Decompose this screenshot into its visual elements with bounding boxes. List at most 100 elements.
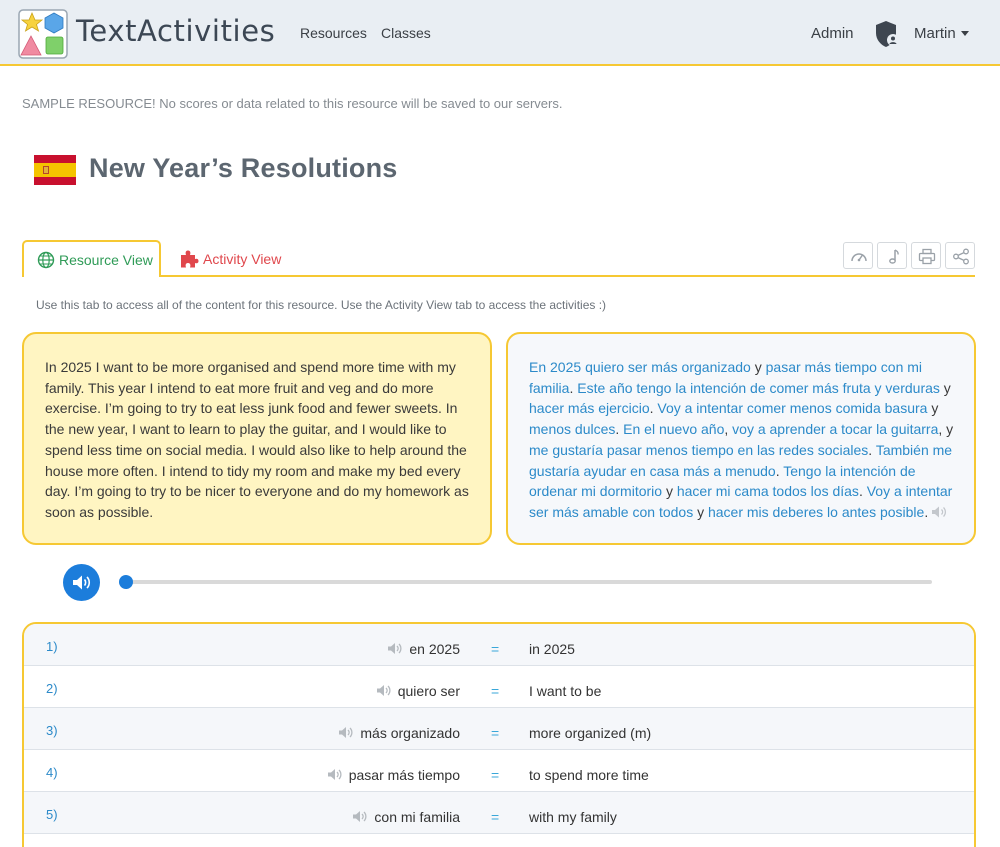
spanish-connector: y — [927, 400, 939, 417]
speaker-icon[interactable] — [376, 684, 392, 697]
speaker-icon[interactable] — [338, 726, 354, 739]
vocab-equals: = — [491, 767, 500, 783]
tab-resource-view[interactable]: Resource View — [22, 240, 161, 277]
spanish-phrase[interactable]: tengo la intención de — [636, 380, 765, 396]
share-icon — [953, 248, 969, 265]
music-button[interactable] — [877, 242, 907, 269]
app-brand[interactable]: TextActivities — [76, 14, 275, 48]
chevron-down-icon[interactable] — [961, 31, 969, 36]
vocab-target: in 2025 — [529, 641, 575, 657]
print-button[interactable] — [911, 242, 941, 269]
tab-activity-view-label: Activity View — [203, 251, 282, 267]
vocab-source-text: quiero ser — [397, 683, 460, 699]
spanish-phrase[interactable]: voy a aprender a tocar la guitarra — [732, 421, 938, 437]
spanish-text: En 2025 quiero ser más organizado y pasa… — [529, 359, 953, 520]
english-text-panel: In 2025 I want to be more organised and … — [22, 332, 492, 545]
tab-resource-view-label: Resource View — [59, 252, 153, 268]
spanish-phrase[interactable]: quiero ser — [585, 359, 647, 375]
spanish-phrase[interactable]: menos dulces — [529, 421, 615, 437]
english-text: In 2025 I want to be more organised and … — [45, 359, 469, 520]
spanish-phrase[interactable]: Este año — [577, 380, 632, 396]
admin-shield-icon[interactable] — [874, 20, 900, 48]
music-note-icon — [889, 249, 899, 264]
vocab-source-text: con mi familia — [374, 809, 460, 825]
vocab-source[interactable]: con mi familia — [352, 809, 460, 825]
spanish-phrase[interactable]: pasar más tiempo — [766, 359, 877, 375]
printer-icon — [918, 248, 936, 265]
spanish-phrase[interactable]: Voy a intentar — [657, 400, 743, 416]
vocab-target: to spend more time — [529, 767, 649, 783]
vocab-equals: = — [491, 683, 500, 699]
vocab-number: 5) — [46, 807, 58, 822]
vocab-target: with my family — [529, 809, 617, 825]
spanish-connector: . — [868, 441, 876, 458]
speaker-icon[interactable] — [931, 505, 947, 519]
vocab-source-text: más organizado — [360, 725, 460, 741]
gauge-icon — [851, 253, 867, 262]
user-menu[interactable]: Martin — [914, 25, 956, 42]
spanish-connector: y — [939, 379, 951, 396]
share-button[interactable] — [945, 242, 975, 269]
globe-icon — [37, 251, 55, 269]
vocab-row: 3) más organizado = more organized (m) — [24, 708, 974, 750]
audio-progress-handle[interactable] — [119, 575, 133, 589]
spanish-connector: , — [724, 421, 733, 438]
vocab-source[interactable]: más organizado — [338, 725, 460, 741]
vocab-source[interactable]: quiero ser — [376, 683, 460, 699]
speaker-icon[interactable] — [327, 768, 343, 781]
vocab-source-text: en 2025 — [409, 641, 460, 657]
spanish-connector: . — [924, 503, 929, 520]
spanish-phrase[interactable]: hacer mis deberes lo antes posible — [708, 504, 924, 520]
spanish-phrase[interactable]: comer menos comida basura — [747, 400, 928, 416]
nav-admin[interactable]: Admin — [811, 25, 854, 42]
spanish-phrase[interactable]: más organizado — [651, 359, 751, 375]
spain-flag-icon — [34, 155, 76, 185]
volume-icon — [73, 575, 91, 590]
audio-play-button[interactable] — [63, 564, 100, 601]
vocab-number: 3) — [46, 723, 58, 738]
vocab-number: 2) — [46, 681, 58, 696]
speaker-icon[interactable] — [387, 642, 403, 655]
tab-hint-text: Use this tab to access all of the conten… — [36, 298, 607, 312]
vocab-target: more organized (m) — [529, 725, 652, 741]
spanish-phrase[interactable]: En 2025 — [529, 359, 581, 375]
spanish-phrase[interactable]: me gustaría pasar menos tiempo en las re… — [529, 442, 868, 458]
spanish-phrase[interactable]: En el nuevo año — [623, 421, 724, 437]
nav-resources[interactable]: Resources — [300, 25, 367, 41]
spanish-connector: , y — [938, 421, 954, 438]
nav-classes[interactable]: Classes — [381, 25, 431, 41]
spanish-connector: y — [662, 483, 677, 500]
vocab-row — [24, 834, 974, 847]
spanish-connector: . — [615, 421, 624, 438]
spanish-connector: y — [750, 359, 766, 375]
spanish-text-panel: En 2025 quiero ser más organizado y pasa… — [506, 332, 976, 545]
sample-notice: SAMPLE RESOURCE! No scores or data relat… — [22, 96, 563, 111]
vocab-row: 1) en 2025 = in 2025 — [24, 624, 974, 666]
navbar: TextActivities Resources Classes Admin M… — [0, 0, 1000, 66]
spanish-phrase[interactable]: comer más fruta y verduras — [770, 380, 940, 396]
app-logo[interactable] — [18, 9, 68, 59]
vocab-source[interactable]: pasar más tiempo — [327, 767, 460, 783]
page-title: New Year’s Resolutions — [89, 153, 398, 183]
vocab-number: 1) — [46, 639, 58, 654]
vocab-equals: = — [491, 641, 500, 657]
vocab-source-text: pasar más tiempo — [348, 767, 460, 783]
vocab-row: 5) con mi familia = with my family — [24, 792, 974, 834]
spanish-connector: . — [858, 483, 867, 500]
vocab-equals: = — [491, 809, 500, 825]
speaker-icon[interactable] — [352, 810, 368, 823]
vocab-target: I want to be — [529, 683, 602, 699]
spanish-phrase[interactable]: hacer mi cama todos los días — [677, 483, 859, 499]
vocab-table: 1) en 2025 = in 2025 2) quiero ser = I want to … — [22, 622, 976, 847]
puzzle-piece-icon — [181, 250, 199, 268]
vocab-row: 4) pasar más tiempo = to spend more time — [24, 750, 974, 792]
vocab-equals: = — [491, 725, 500, 741]
spanish-phrase[interactable]: hacer más ejercicio — [529, 400, 650, 416]
vocab-row: 2) quiero ser = I want to be — [24, 666, 974, 708]
audio-progress-bar[interactable] — [126, 580, 932, 584]
tab-activity-view[interactable]: Activity View — [176, 240, 296, 276]
tabs-divider — [22, 275, 975, 277]
vocab-source[interactable]: en 2025 — [387, 641, 460, 657]
speed-button[interactable] — [843, 242, 873, 269]
vocab-number: 4) — [46, 765, 58, 780]
